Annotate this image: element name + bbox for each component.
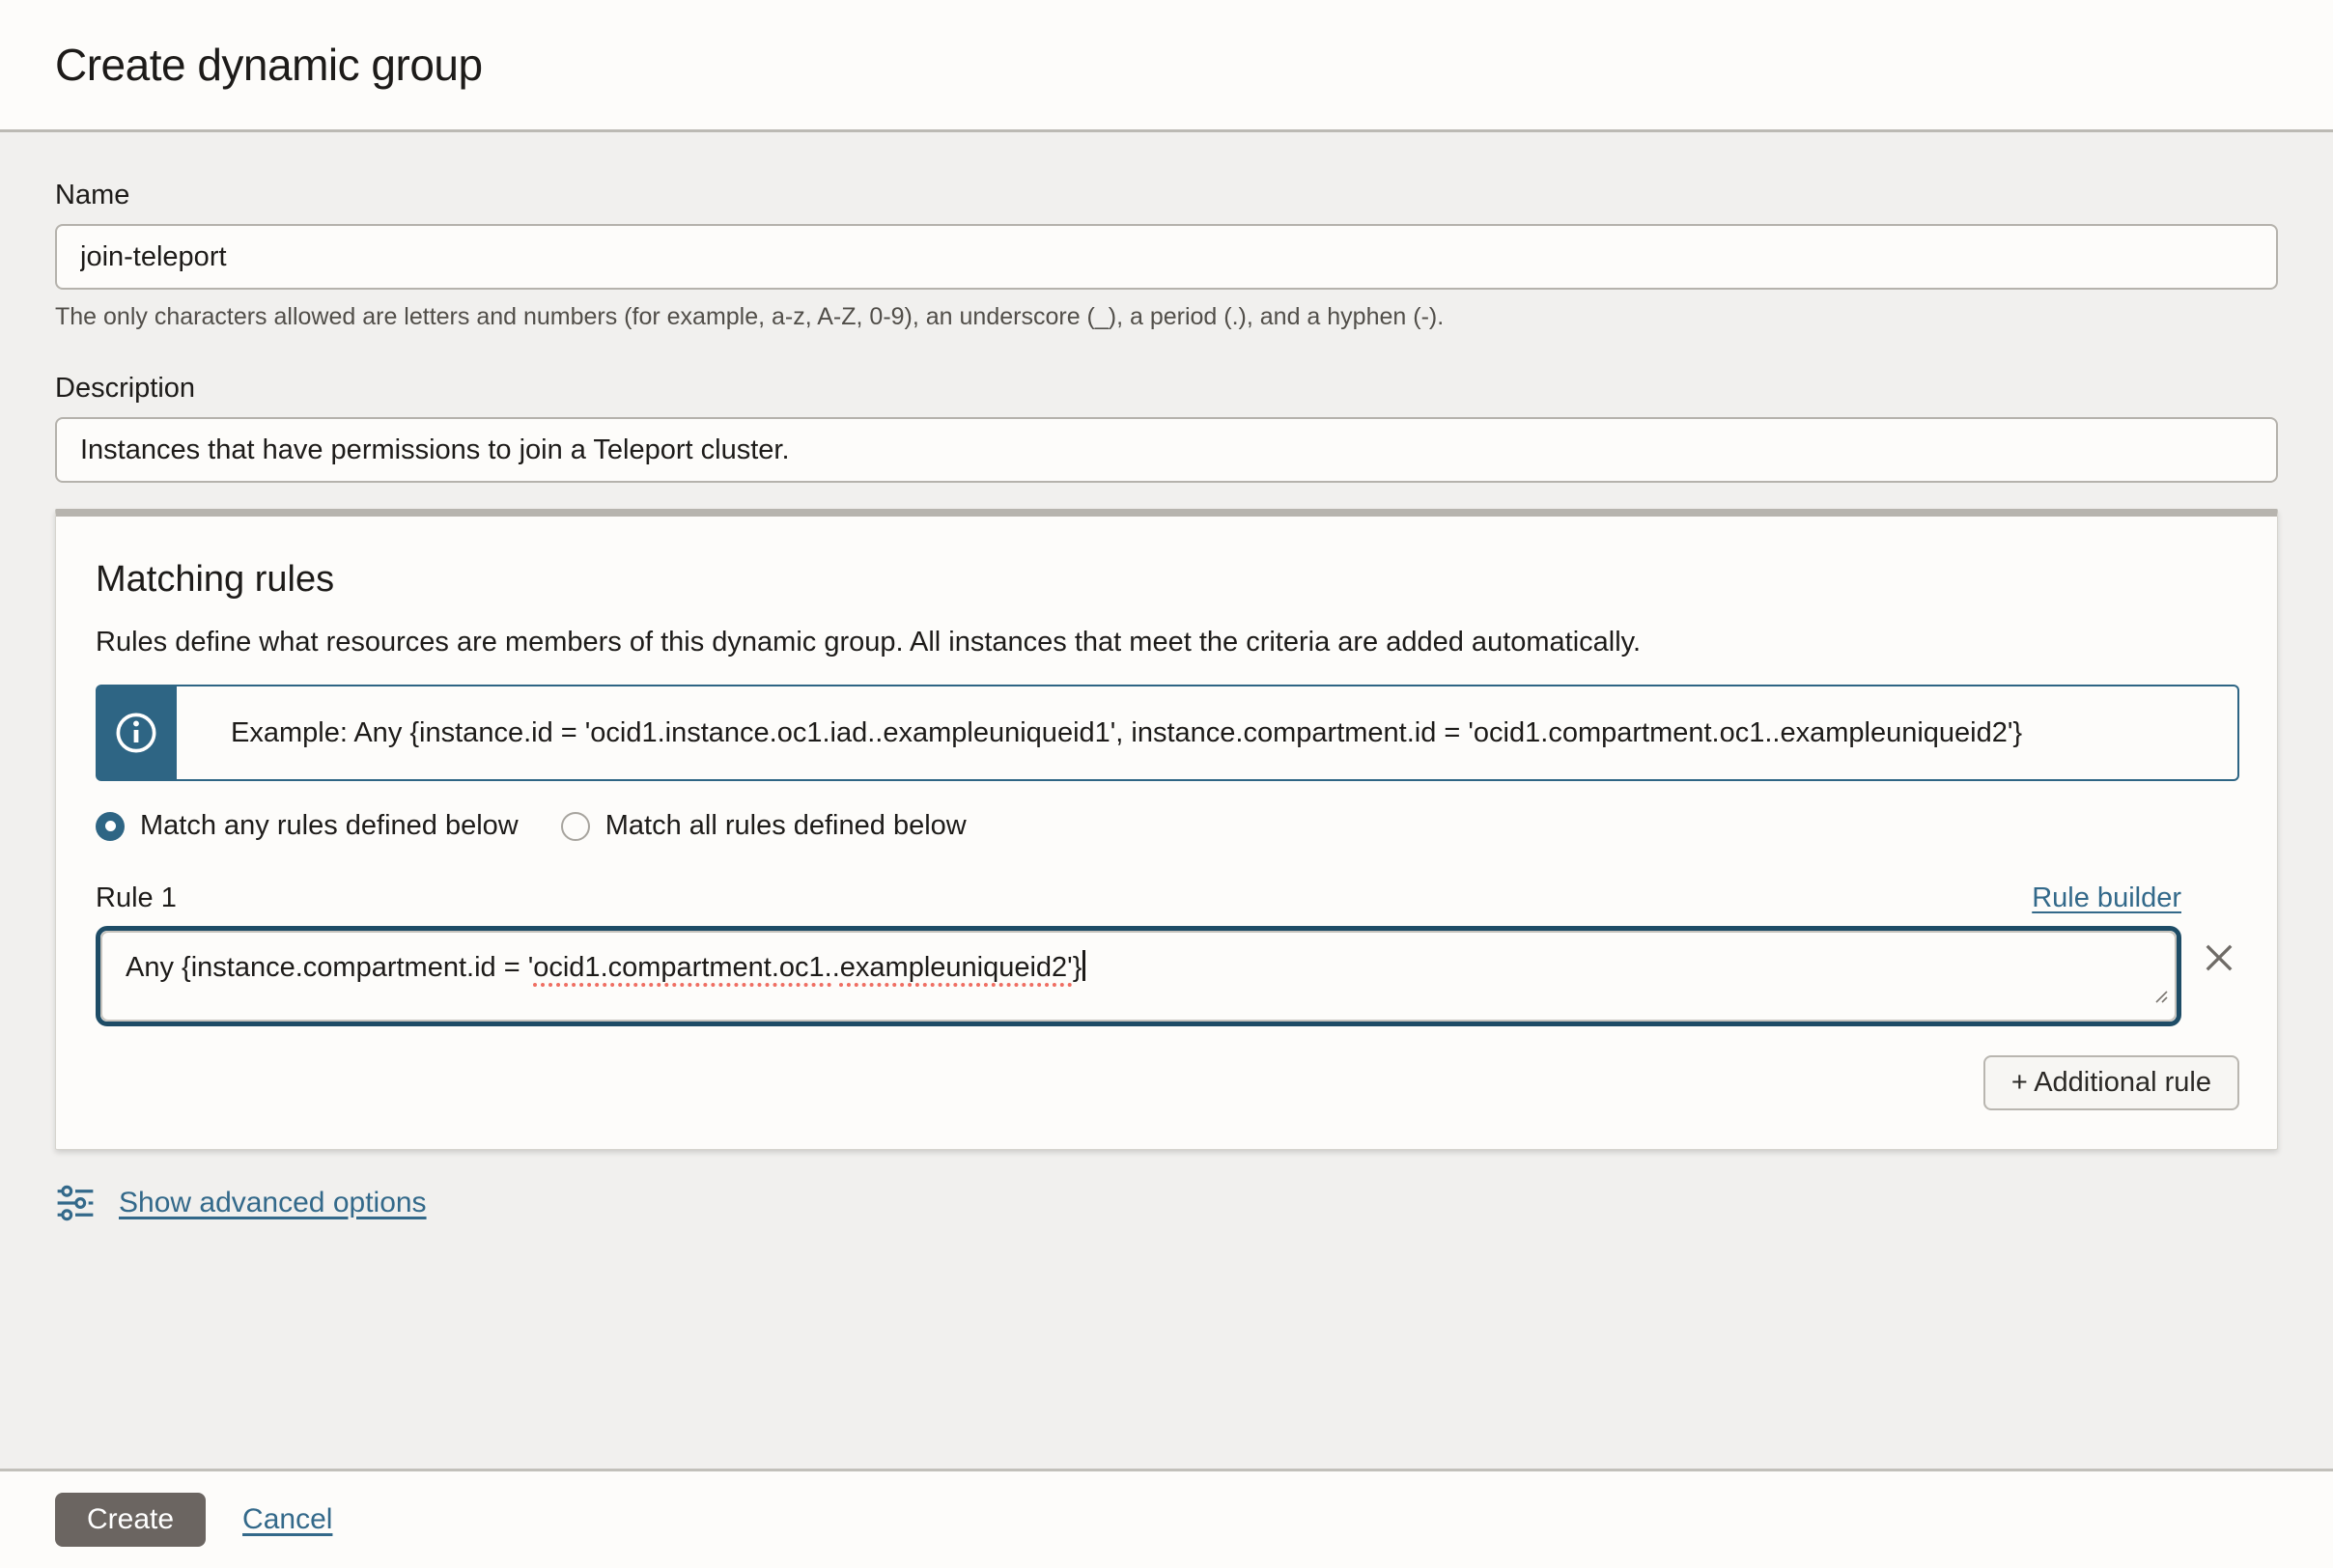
close-icon [2199, 938, 2239, 978]
create-button[interactable]: Create [55, 1493, 206, 1547]
radio-match-all-label: Match all rules defined below [605, 810, 967, 842]
rule-text-suffix: } [1073, 952, 1082, 983]
show-advanced-options-link[interactable]: Show advanced options [119, 1187, 427, 1219]
add-rule-row: + Additional rule [96, 1055, 2239, 1110]
create-dynamic-group-form: Name The only characters allowed are let… [0, 132, 2333, 1469]
rule-builder-link[interactable]: Rule builder [2032, 882, 2181, 914]
rule-title: Rule 1 [96, 882, 177, 914]
rule-text-misspelled-1: ocid1.compartment.oc1. [533, 952, 831, 983]
radio-match-all-circle[interactable] [561, 812, 590, 841]
matching-rules-card: Matching rules Rules define what resourc… [55, 509, 2278, 1150]
name-helper-text: The only characters allowed are letters … [55, 302, 2278, 331]
sliders-icon [55, 1183, 96, 1223]
cancel-link[interactable]: Cancel [242, 1503, 332, 1536]
matching-rules-intro: Rules define what resources are members … [96, 625, 2239, 659]
rule-textarea[interactable]: Any {instance.compartment.id = 'ocid1.co… [100, 931, 2177, 1022]
rule-text-prefix: Any {instance.compartment.id = ' [126, 952, 533, 983]
rule-textarea-focus-ring: Any {instance.compartment.id = 'ocid1.co… [96, 926, 2181, 1026]
example-info-text: Example: Any {instance.id = 'ocid1.insta… [177, 685, 2239, 781]
match-mode-radio-row: Match any rules defined below Match all … [96, 810, 2239, 842]
page-footer: Create Cancel [0, 1469, 2333, 1568]
radio-match-any-label: Match any rules defined below [140, 810, 519, 842]
remove-rule-button[interactable] [2181, 926, 2239, 978]
resize-handle-icon[interactable] [2151, 976, 2169, 1015]
additional-rule-button[interactable]: + Additional rule [1983, 1055, 2239, 1110]
advanced-options-row: Show advanced options [55, 1183, 2278, 1223]
info-icon [96, 685, 177, 781]
rule-header-row: Rule 1 Rule builder [96, 882, 2181, 914]
radio-match-any[interactable]: Match any rules defined below [96, 810, 519, 842]
name-label: Name [55, 179, 2278, 211]
rule-text-mid: . [832, 952, 840, 983]
rule-text-misspelled-2: exampleuniqueid2' [840, 952, 1073, 983]
description-label: Description [55, 372, 2278, 405]
radio-match-any-circle[interactable] [96, 812, 125, 841]
page-title: Create dynamic group [55, 39, 483, 91]
name-input[interactable] [55, 224, 2278, 290]
rule-row: Any {instance.compartment.id = 'ocid1.co… [96, 926, 2239, 1026]
text-caret [1082, 950, 1085, 981]
radio-match-all[interactable]: Match all rules defined below [561, 810, 967, 842]
description-input[interactable] [55, 417, 2278, 483]
page-header: Create dynamic group [0, 0, 2333, 132]
matching-rules-heading: Matching rules [96, 557, 2239, 602]
example-info-banner: Example: Any {instance.id = 'ocid1.insta… [96, 685, 2239, 781]
